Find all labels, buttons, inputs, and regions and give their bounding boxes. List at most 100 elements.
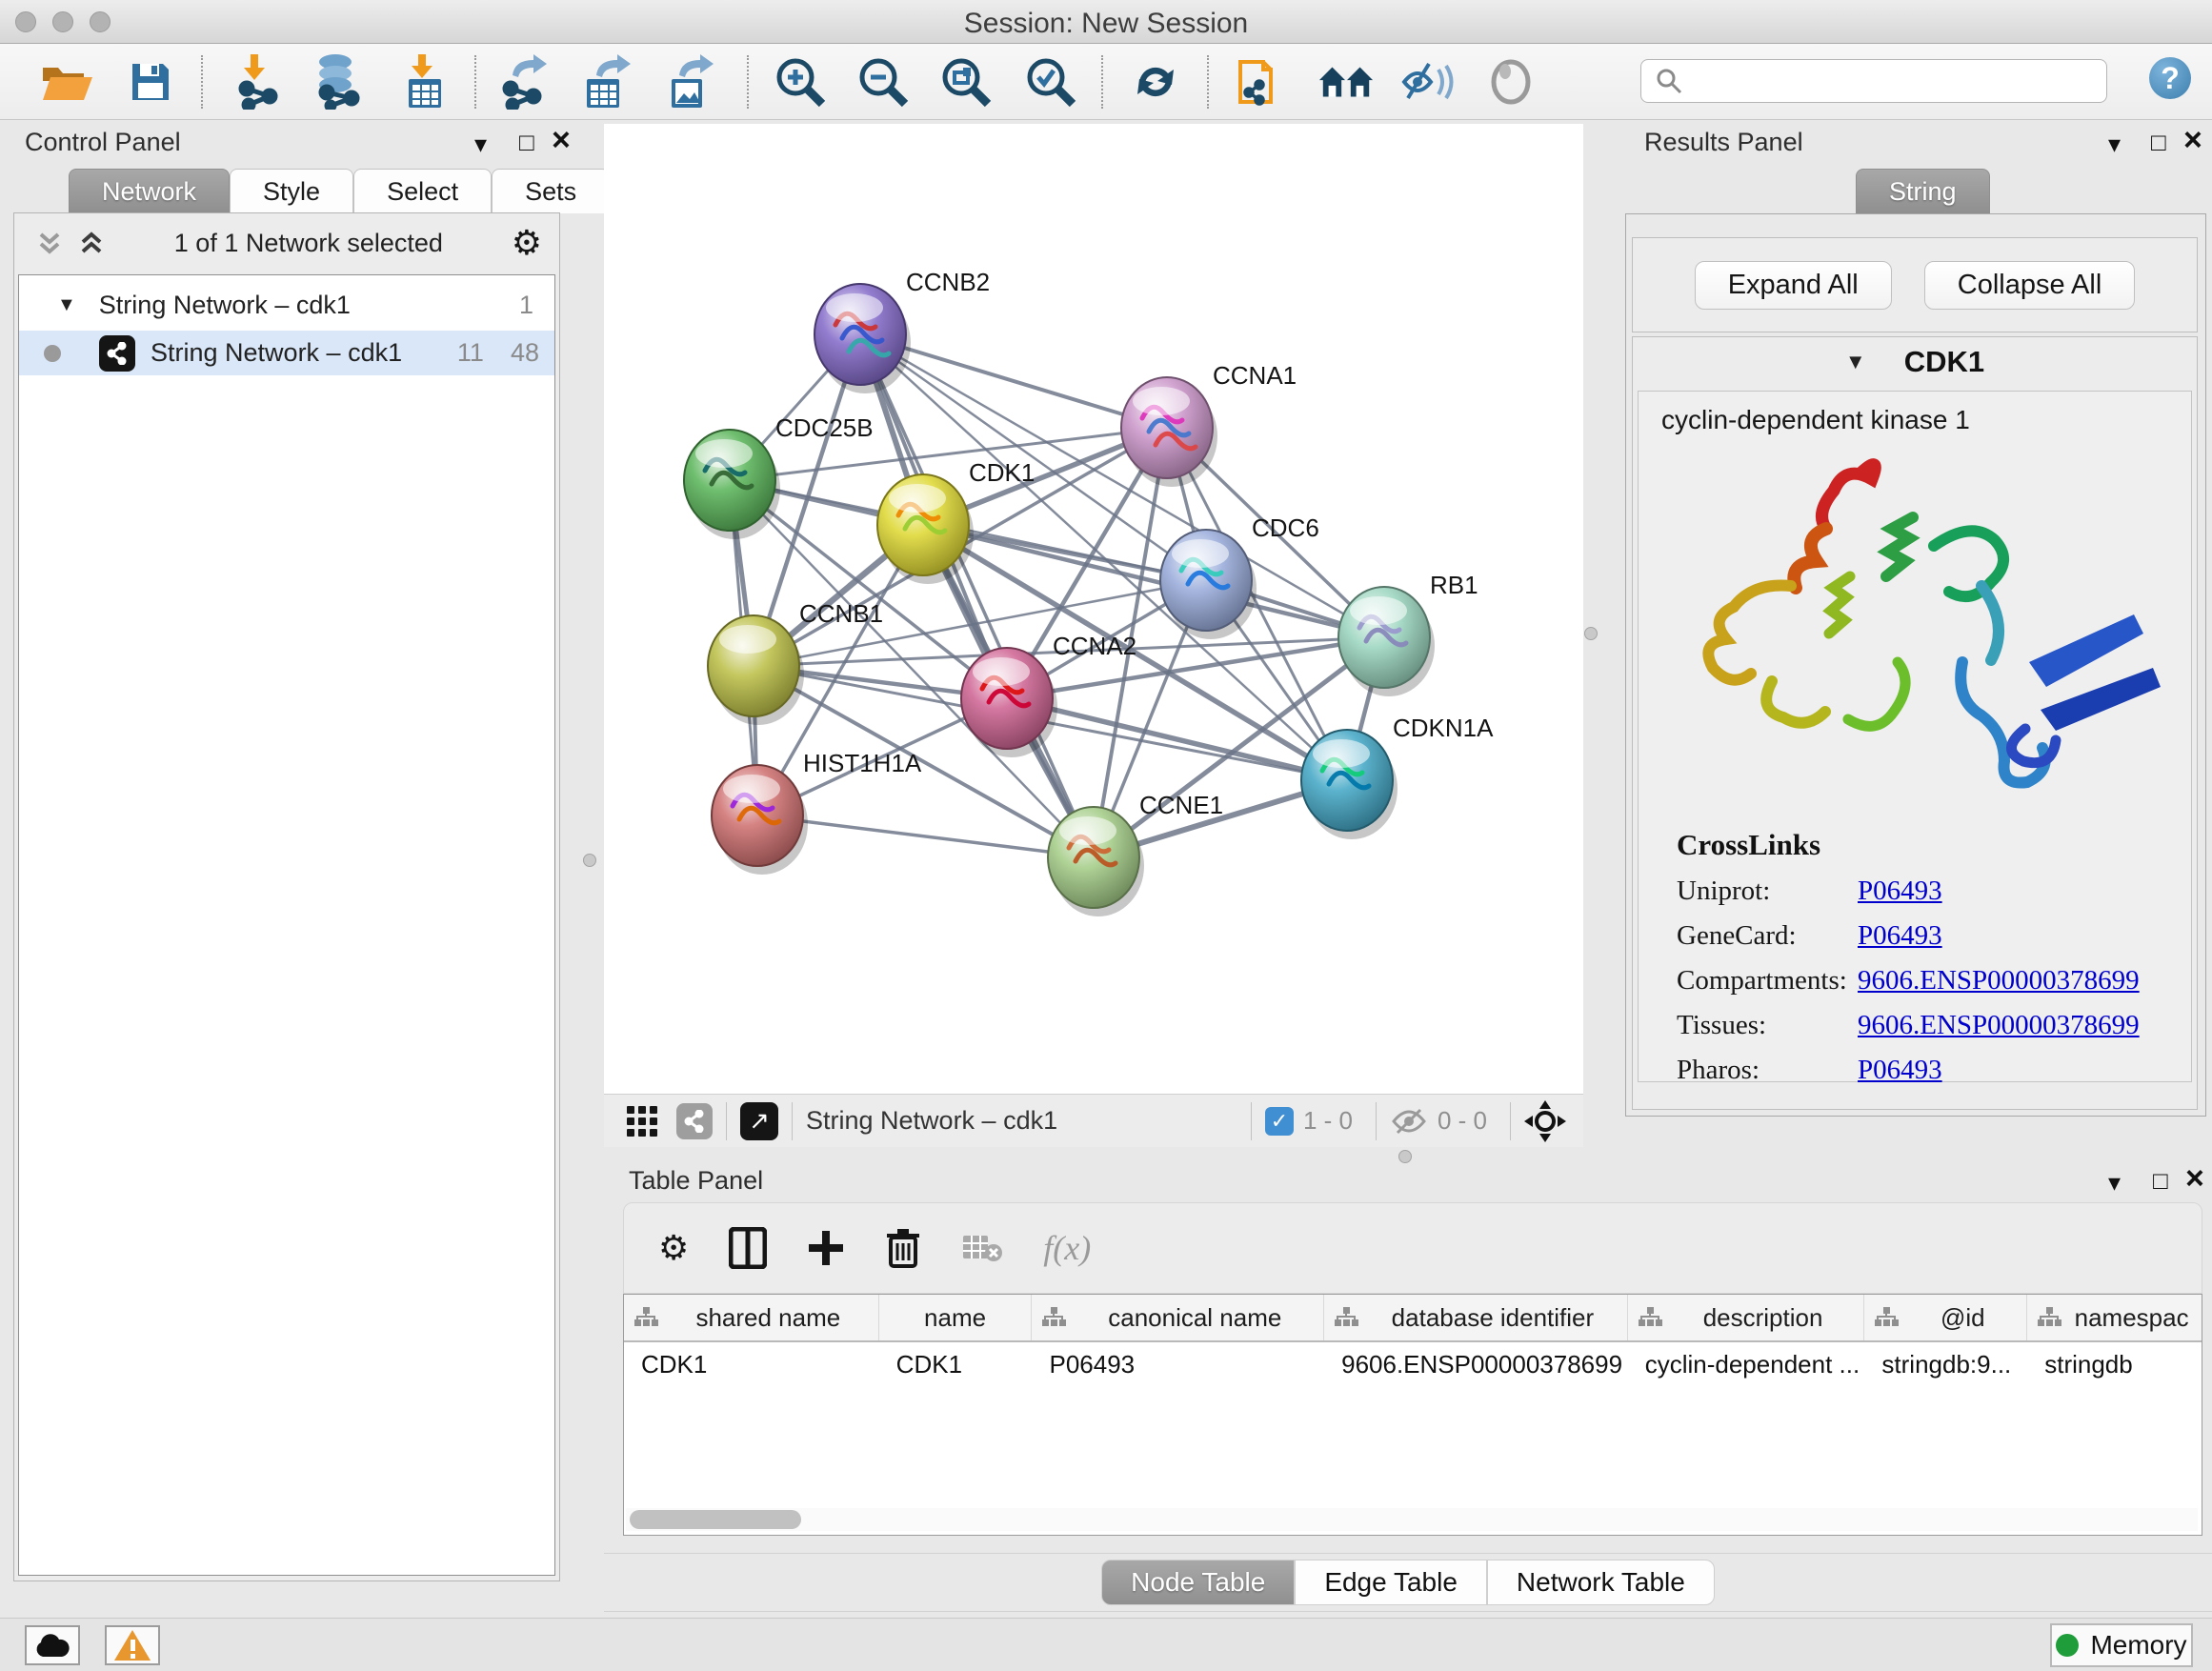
tab-select[interactable]: Select	[353, 169, 492, 213]
uniprot-link[interactable]: P06493	[1858, 876, 1942, 907]
cell-database-identifier[interactable]: 9606.ENSP00000378699	[1324, 1342, 1628, 1386]
expand-all-icon[interactable]	[77, 229, 106, 257]
section-expander-icon[interactable]: ▼	[1845, 350, 1866, 374]
panel-minimize-icon[interactable]: ▾	[2108, 1168, 2121, 1198]
presentation-mode-button[interactable]	[1482, 53, 1539, 111]
column-header-name[interactable]: name	[879, 1295, 1033, 1340]
zoom-out-icon	[857, 56, 909, 108]
memory-button[interactable]: Memory	[2050, 1623, 2193, 1667]
tab-string[interactable]: String	[1856, 169, 1990, 213]
collapse-all-button[interactable]: Collapse All	[1924, 261, 2136, 310]
import-network-database-button[interactable]	[309, 53, 366, 111]
column-type-icon	[1334, 1306, 1358, 1329]
hide-glass-button[interactable]	[1399, 53, 1457, 111]
tab-network[interactable]: Network	[69, 169, 230, 213]
network-collection-row[interactable]: ▼ String Network – cdk1 1	[19, 283, 554, 328]
column-header-id[interactable]: @id	[1864, 1295, 2027, 1340]
birdseye-crosshair-icon[interactable]	[1524, 1100, 1566, 1142]
panel-close-icon[interactable]: ×	[2185, 1160, 2204, 1198]
column-header-description[interactable]: description	[1628, 1295, 1865, 1340]
network-canvas[interactable]: CCNB2CCNA1CDC25BCDK1CDC6RB1CCNB1CCNA2CDK…	[604, 124, 1583, 1094]
export-table-button[interactable]	[578, 53, 635, 111]
warning-status-button[interactable]	[105, 1625, 160, 1665]
tab-style[interactable]: Style	[230, 169, 353, 213]
network-node-CCNB2[interactable]: CCNB2	[814, 268, 990, 393]
import-network-file-button[interactable]	[230, 53, 287, 111]
home-button[interactable]	[1317, 53, 1375, 111]
panel-float-icon[interactable]: □	[519, 128, 534, 157]
tab-edge-table[interactable]: Edge Table	[1295, 1560, 1487, 1605]
tab-network-table[interactable]: Network Table	[1487, 1560, 1715, 1605]
network-options-gear-icon[interactable]: ⚙	[512, 223, 542, 263]
search-input[interactable]	[1693, 67, 2106, 96]
show-columns-icon[interactable]	[729, 1227, 767, 1269]
panel-minimize-icon[interactable]: ▾	[474, 130, 487, 159]
column-header-namespace[interactable]: namespac	[2027, 1295, 2202, 1340]
tissues-link[interactable]: 9606.ENSP00000378699	[1858, 1010, 2140, 1041]
import-table-button[interactable]	[396, 53, 453, 111]
panel-close-icon[interactable]: ×	[2183, 122, 2202, 159]
genecard-link[interactable]: P06493	[1858, 920, 1942, 952]
cell-name[interactable]: CDK1	[879, 1342, 1033, 1386]
network-edge-CCNA2-CDKN1A[interactable]	[1007, 698, 1347, 780]
network-view-icon[interactable]	[676, 1103, 713, 1139]
zoom-selected-button[interactable]	[1022, 53, 1079, 111]
cell-id[interactable]: stringdb:9...	[1864, 1342, 2027, 1386]
cdk1-section-header[interactable]: ▼ CDK1	[1633, 337, 2197, 387]
expand-all-button[interactable]: Expand All	[1695, 261, 1892, 310]
search-box[interactable]	[1640, 59, 2107, 103]
help-button[interactable]: ?	[2149, 57, 2191, 99]
protein-structure-image	[1648, 443, 2182, 815]
table-horizontal-scrollbar[interactable]	[626, 1508, 2198, 1531]
detach-view-icon[interactable]: ↗	[740, 1102, 778, 1140]
grid-view-icon[interactable]	[625, 1104, 659, 1138]
cell-canonical-name[interactable]: P06493	[1032, 1342, 1324, 1386]
compartments-link[interactable]: 9606.ENSP00000378699	[1858, 965, 2140, 997]
tree-expander-icon[interactable]: ▼	[57, 294, 76, 316]
left-splitter-handle[interactable]	[583, 854, 596, 867]
cloud-status-button[interactable]	[25, 1625, 80, 1665]
export-network-button[interactable]	[496, 53, 553, 111]
toolbar-separator	[792, 1102, 793, 1140]
table-options-gear-icon[interactable]: ⚙	[658, 1228, 689, 1268]
export-image-button[interactable]	[661, 53, 718, 111]
cell-namespace[interactable]: stringdb	[2027, 1342, 2202, 1386]
panel-float-icon[interactable]: □	[2151, 128, 2166, 157]
tab-node-table[interactable]: Node Table	[1101, 1560, 1295, 1605]
open-session-button[interactable]	[38, 53, 95, 111]
network-node-CCNE1[interactable]: CCNE1	[1048, 791, 1223, 916]
zoom-out-button[interactable]	[855, 53, 912, 111]
right-splitter-handle[interactable]	[1584, 627, 1598, 640]
network-row[interactable]: String Network – cdk1 11 48	[19, 331, 554, 375]
collapse-all-icon[interactable]	[35, 229, 64, 257]
save-session-button[interactable]	[122, 53, 179, 111]
network-node-RB1[interactable]: RB1	[1338, 571, 1478, 696]
clone-network-button[interactable]	[1231, 53, 1288, 111]
scrollbar-thumb[interactable]	[630, 1510, 801, 1529]
network-node-CDKN1A[interactable]: CDKN1A	[1301, 714, 1494, 839]
bottom-splitter-handle[interactable]	[1398, 1150, 1412, 1163]
column-header-shared-name[interactable]: shared name	[624, 1295, 879, 1340]
tab-sets[interactable]: Sets	[492, 169, 610, 213]
cell-shared-name[interactable]: CDK1	[624, 1342, 879, 1386]
selected-checkbox-icon[interactable]: ✓	[1265, 1107, 1294, 1136]
table-header-row: shared name name canonical name database…	[624, 1295, 2202, 1342]
delete-column-icon[interactable]	[885, 1226, 921, 1270]
column-header-database-identifier[interactable]: database identifier	[1324, 1295, 1628, 1340]
panel-float-icon[interactable]: □	[2153, 1166, 2168, 1196]
cell-description[interactable]: cyclin-dependent ...	[1628, 1342, 1865, 1386]
zoom-fit-button[interactable]	[937, 53, 995, 111]
network-node-CDK1[interactable]: CDK1	[877, 458, 1035, 584]
add-column-icon[interactable]	[807, 1227, 845, 1269]
network-edge-CCNB2-CCNE1[interactable]	[860, 334, 1094, 857]
hidden-eye-icon[interactable]	[1390, 1106, 1428, 1137]
zoom-in-button[interactable]	[772, 53, 829, 111]
apply-layout-button[interactable]	[1127, 53, 1184, 111]
network-node-HIST1H1A[interactable]: HIST1H1A	[712, 749, 922, 875]
table-row[interactable]: CDK1 CDK1 P06493 9606.ENSP00000378699 cy…	[624, 1342, 2202, 1386]
panel-close-icon[interactable]: ×	[552, 122, 571, 159]
panel-minimize-icon[interactable]: ▾	[2108, 130, 2121, 159]
network-node-CDC6[interactable]: CDC6	[1160, 513, 1319, 639]
column-header-canonical-name[interactable]: canonical name	[1032, 1295, 1324, 1340]
pharos-link[interactable]: P06493	[1858, 1055, 1942, 1086]
